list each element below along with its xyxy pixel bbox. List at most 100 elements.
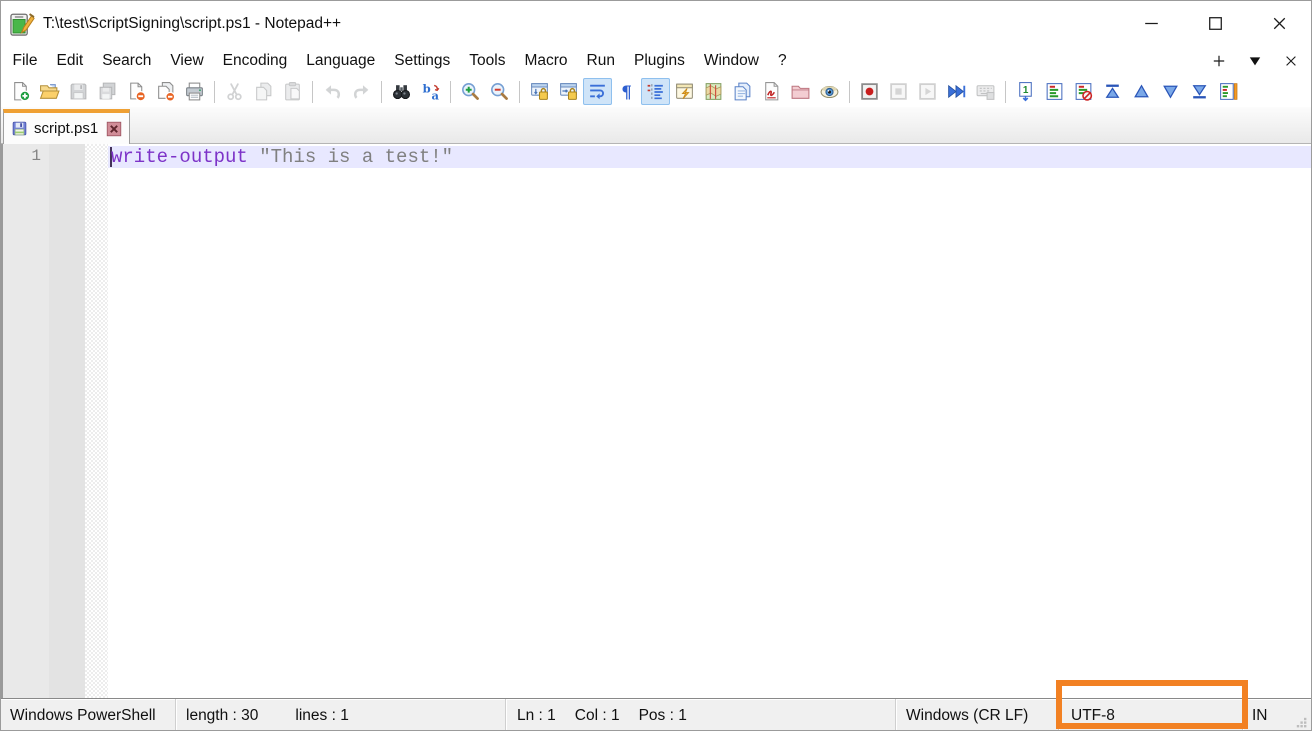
notepadpp-logo-icon [9,11,35,37]
close-x-icon[interactable] [1283,53,1299,69]
resize-grip[interactable] [1294,715,1310,731]
sync-horizontal-button[interactable] [554,78,583,105]
new-file-button[interactable] [6,78,35,105]
text-editing-area[interactable]: write-output "This is a test!" [108,144,1311,698]
status-eol-label: Windows (CR LF) [906,707,1028,725]
word-wrap-button[interactable] [583,78,612,105]
zoom-out-button[interactable] [485,78,514,105]
show-all-characters-button[interactable]: ¶ [612,78,641,105]
macro-run-multiple-button[interactable] [942,78,971,105]
close-all-button[interactable] [151,78,180,105]
tab-bar: script.ps1 [1,107,1311,144]
function-list-button[interactable] [670,78,699,105]
print-button[interactable] [180,78,209,105]
plus-new-tab-icon[interactable] [1211,53,1227,69]
menu-window[interactable]: Window [694,48,768,74]
menu-edit[interactable]: Edit [47,48,93,74]
status-col-label: Col : 1 [575,707,620,725]
cut-button[interactable] [220,78,249,105]
floppy-saved-icon [11,120,28,137]
close-file-button[interactable] [122,78,151,105]
menu-language[interactable]: Language [297,48,385,74]
minimize-button[interactable] [1119,1,1183,46]
indent-guide-button[interactable] [641,78,670,105]
status-lines-label: lines : 1 [295,707,348,725]
menu-help[interactable]: ? [768,48,796,74]
menu-search[interactable]: Search [93,48,161,74]
tab-script.ps1[interactable]: script.ps1 [3,109,130,144]
compare-nav-prev-button[interactable] [1127,78,1156,105]
status-encoding[interactable]: UTF-8 [1059,699,1243,731]
compare-nav-next-button[interactable] [1156,78,1185,105]
status-doc-size: length : 30 lines : 1 [176,699,506,731]
save-file-button[interactable] [64,78,93,105]
menu-macro[interactable]: Macro [515,48,577,74]
toolbar-separator [1005,81,1006,103]
document-map-button[interactable] [699,78,728,105]
compare-set-first-button[interactable]: 1 [1011,78,1040,105]
sync-vertical-button[interactable] [525,78,554,105]
document-list-button[interactable] [728,78,757,105]
bookmark-margin[interactable] [49,144,85,698]
macro-save-button[interactable] [971,78,1000,105]
status-cursor-position[interactable]: Ln : 1 Col : 1 Pos : 1 [506,699,896,731]
macro-stop-button[interactable] [884,78,913,105]
svg-text:1: 1 [1023,85,1029,96]
menu-plugins[interactable]: Plugins [624,48,694,74]
open-file-button[interactable] [35,78,64,105]
replace-button[interactable]: ba [416,78,445,105]
compare-nav-last-button[interactable] [1185,78,1214,105]
folder-as-workspace-button[interactable] [786,78,815,105]
menu-file[interactable]: File [3,48,47,74]
macro-play-button[interactable] [913,78,942,105]
status-pos-label: Pos : 1 [639,707,687,725]
menu-settings[interactable]: Settings [385,48,460,74]
menu-tools[interactable]: Tools [460,48,515,74]
compare-nav-bar-button[interactable] [1214,78,1243,105]
paste-button[interactable] [278,78,307,105]
status-typing-mode-label: IN [1252,707,1268,725]
tab-close-icon[interactable] [106,121,122,137]
svg-text:¶: ¶ [621,82,632,102]
menu-run[interactable]: Run [577,48,624,74]
dropdown-arrow-icon[interactable] [1247,53,1263,69]
status-bar: Windows PowerShell length : 30 lines : 1… [1,698,1311,731]
menu-encoding[interactable]: Encoding [213,48,297,74]
status-doc-type-label: Windows PowerShell [10,707,156,725]
redo-button[interactable] [347,78,376,105]
save-all-button[interactable] [93,78,122,105]
status-ln-label: Ln : 1 [517,707,556,725]
monitoring-eye-button[interactable] [815,78,844,105]
svg-text:b: b [423,82,431,96]
fold-margin [85,144,108,698]
token-keyword: write-output [111,146,248,168]
notepad-window: T:\test\ScriptSigning\script.ps1 - Notep… [0,0,1312,731]
toolbar-separator [519,81,520,103]
close-window-button[interactable] [1247,1,1311,46]
zoom-in-button[interactable] [456,78,485,105]
window-controls [1119,1,1311,46]
menu-view[interactable]: View [161,48,213,74]
status-length-label: length : 30 [186,707,258,725]
compare-clear-button[interactable] [1069,78,1098,105]
toolbar-separator [849,81,850,103]
status-encoding-label: UTF-8 [1071,707,1115,725]
copy-button[interactable] [249,78,278,105]
toolbar-separator [312,81,313,103]
window-title: T:\test\ScriptSigning\script.ps1 - Notep… [43,15,341,33]
titlebar[interactable]: T:\test\ScriptSigning\script.ps1 - Notep… [1,1,1311,46]
status-doc-type[interactable]: Windows PowerShell [1,699,176,731]
line-number-margin: 1 [3,144,49,698]
find-button[interactable] [387,78,416,105]
compare-button[interactable] [1040,78,1069,105]
toolbar-separator [214,81,215,103]
macro-record-button[interactable] [855,78,884,105]
status-eol-format[interactable]: Windows (CR LF) [896,699,1059,731]
toolbar-separator [381,81,382,103]
menubar-right-controls [1211,53,1299,69]
editor-area[interactable]: 1 write-output "This is a test!" [1,144,1311,698]
undo-button[interactable] [318,78,347,105]
compare-nav-first-button[interactable] [1098,78,1127,105]
maximize-button[interactable] [1183,1,1247,46]
document-signature-button[interactable] [757,78,786,105]
